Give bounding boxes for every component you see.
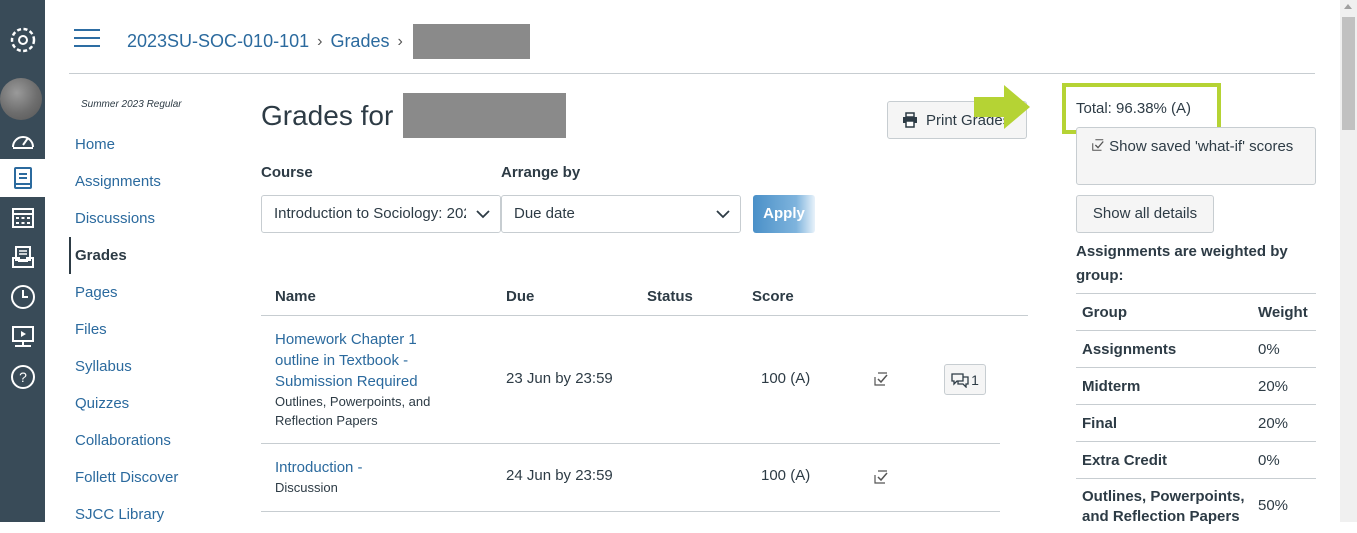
help-icon[interactable]: ? [0, 358, 45, 396]
assignment-link[interactable]: Homework Chapter 1 outline in Textbook -… [275, 331, 418, 390]
canvas-logo-icon[interactable] [0, 21, 45, 59]
what-if-score-icon [1092, 139, 1104, 151]
course-nav-grades[interactable]: Grades [69, 237, 239, 274]
course-nav-discussions[interactable]: Discussions [69, 200, 239, 237]
page-scrollbar[interactable] [1340, 0, 1357, 522]
what-if-score-icon[interactable] [873, 371, 889, 387]
courses-icon[interactable] [0, 159, 45, 197]
redacted-student-name [412, 24, 530, 59]
due-date: 24 Jun by 23:59 [506, 467, 613, 484]
course-nav-quizzes[interactable]: Quizzes [69, 385, 239, 422]
column-header-score[interactable]: Score [738, 278, 858, 315]
assignment-group: Outlines, Powerpoints, and Reflection Pa… [275, 394, 431, 428]
header-divider [69, 73, 1315, 74]
course-nav-sjcc-library[interactable]: SJCC Library [69, 496, 239, 533]
weights-row: Outlines, Powerpoints, and Reflection Pa… [1076, 478, 1316, 526]
weights-header-group: Group [1082, 303, 1127, 321]
redacted-student-name [403, 93, 566, 138]
weight-group: Final [1082, 414, 1118, 432]
show-all-details-button[interactable]: Show all details [1076, 195, 1214, 233]
svg-text:?: ? [19, 369, 27, 385]
chevron-right-icon: › [317, 32, 323, 50]
row-divider [261, 443, 1000, 444]
show-what-if-scores-button[interactable]: Show saved 'what-if' scores [1076, 127, 1316, 185]
scrollbar-thumb[interactable] [1342, 17, 1355, 130]
weights-table: Group Weight Assignments 0% Midterm 20% … [1076, 293, 1316, 526]
weight-value: 50% [1258, 497, 1289, 514]
assignment-link[interactable]: Introduction - [275, 459, 363, 476]
course-select-label: Course [261, 164, 313, 181]
grades-table: Name Due Status Score [261, 278, 858, 315]
course-nav-assignments[interactable]: Assignments [69, 163, 239, 200]
weights-row: Midterm 20% [1076, 367, 1316, 404]
course-nav-home[interactable]: Home [69, 126, 239, 163]
weights-header-row: Group Weight [1076, 293, 1316, 330]
studio-icon[interactable] [0, 318, 45, 356]
global-nav: ? [0, 0, 45, 522]
weights-header-weight: Weight [1258, 303, 1308, 321]
column-header-name[interactable]: Name [261, 278, 492, 315]
arrange-by-label: Arrange by [501, 164, 581, 181]
comments-button[interactable]: 1 [944, 364, 986, 395]
course-nav-follett-discover[interactable]: Follett Discover [69, 459, 239, 496]
weights-row: Final 20% [1076, 404, 1316, 441]
breadcrumb-course-link[interactable]: 2023SU-SOC-010-101 [127, 31, 309, 52]
arrange-by-value: Due date [514, 205, 575, 222]
history-icon[interactable] [0, 278, 45, 316]
weight-group: Extra Credit [1082, 451, 1168, 469]
breadcrumb: 2023SU-SOC-010-101 › Grades › [127, 24, 530, 59]
inbox-icon[interactable] [0, 238, 45, 276]
weight-group: Outlines, Powerpoints, and Reflection Pa… [1082, 488, 1245, 525]
column-header-due[interactable]: Due [492, 278, 633, 315]
course-nav-collaborations[interactable]: Collaborations [69, 422, 239, 459]
chevron-down-icon [706, 196, 740, 232]
hamburger-menu-icon[interactable] [74, 29, 100, 47]
assignment-name-cell: Introduction - Discussion [275, 457, 460, 497]
course-nav: Home Assignments Discussions Grades Page… [69, 126, 239, 533]
row-divider [261, 511, 1000, 512]
course-nav-pages[interactable]: Pages [69, 274, 239, 311]
weight-value: 0% [1258, 340, 1280, 358]
show-what-if-scores-label: Show saved 'what-if' scores [1109, 138, 1294, 155]
arrange-by-select[interactable]: Due date [501, 195, 741, 233]
weight-value: 20% [1258, 377, 1289, 395]
column-header-status[interactable]: Status [633, 278, 738, 315]
comment-icon [951, 372, 969, 388]
apply-button[interactable]: Apply [753, 195, 815, 233]
score: 100 (A) [761, 370, 811, 387]
avatar[interactable] [0, 78, 42, 120]
weight-value: 0% [1258, 451, 1280, 469]
total-grade: Total: 96.38% (A) [1076, 100, 1192, 117]
course-select[interactable]: Introduction to Sociology: 2023SU-SOC-01… [261, 195, 501, 233]
course-nav-syllabus[interactable]: Syllabus [69, 348, 239, 385]
dashboard-icon[interactable] [0, 121, 45, 159]
weight-group: Assignments [1082, 340, 1177, 358]
score: 100 (A) [761, 467, 811, 484]
what-if-score-icon[interactable] [873, 469, 889, 485]
breadcrumb-grades-link[interactable]: Grades [330, 31, 389, 52]
weights-row: Assignments 0% [1076, 330, 1316, 367]
assignment-name-cell: Homework Chapter 1 outline in Textbook -… [275, 329, 460, 430]
chevron-down-icon [466, 196, 500, 232]
comment-count: 1 [971, 371, 979, 388]
weight-value: 20% [1258, 414, 1289, 432]
printer-icon [903, 112, 917, 128]
weight-group: Midterm [1082, 377, 1141, 395]
scroll-up-arrow-icon[interactable] [1344, 4, 1352, 9]
page-title: Grades for [261, 100, 394, 131]
table-header-divider [261, 315, 1028, 316]
arrow-annotation-icon [974, 85, 1030, 129]
assignment-group: Discussion [275, 480, 338, 495]
course-nav-files[interactable]: Files [69, 311, 239, 348]
chevron-right-icon: › [397, 32, 403, 50]
weights-row: Extra Credit 0% [1076, 441, 1316, 478]
term-label: Summer 2023 Regular [81, 99, 182, 110]
due-date: 23 Jun by 23:59 [506, 370, 613, 387]
calendar-icon[interactable] [0, 198, 45, 236]
weighted-note: Assignments are weighted by group: [1076, 243, 1288, 284]
